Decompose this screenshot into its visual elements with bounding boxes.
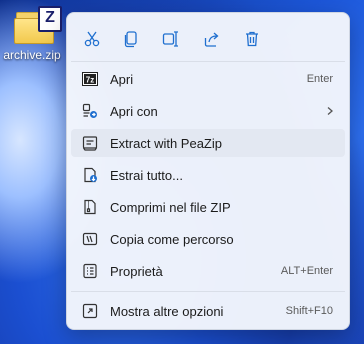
menu-item-more-options[interactable]: Mostra altre opzioni Shift+F10 (71, 297, 345, 325)
properties-icon (82, 263, 98, 279)
menu-item-extract-all[interactable]: Estrai tutto... (71, 161, 345, 189)
menu-item-label: Apri (110, 71, 134, 87)
menu-item-label: Apri con (110, 103, 158, 119)
menu-item-label: Copia come percorso (110, 231, 234, 247)
share-icon (204, 32, 219, 47)
svg-text:7z: 7z (86, 76, 94, 85)
7zip-icon: 7z (82, 71, 98, 87)
extract-all-icon (82, 167, 98, 183)
rename-button[interactable] (157, 25, 185, 53)
desktop-file-label: archive.zip (3, 48, 61, 62)
toolbar-divider (71, 61, 345, 62)
peazip-icon (82, 135, 98, 151)
menu-item-properties[interactable]: Proprietà ALT+Enter (71, 257, 345, 285)
rename-icon (162, 31, 178, 47)
menu-item-extract-peazip[interactable]: Extract with PeaZip (71, 129, 345, 157)
copy-button[interactable] (117, 25, 145, 53)
menu-item-label: Extract with PeaZip (110, 135, 222, 151)
menu-divider (71, 291, 345, 292)
menu-item-shortcut: Shift+F10 (285, 305, 333, 317)
delete-button[interactable] (238, 25, 266, 53)
open-with-icon (82, 103, 98, 119)
copy-path-icon (82, 231, 98, 247)
context-menu-toolbar (67, 13, 349, 61)
chevron-right-icon (325, 106, 335, 116)
zip-folder-icon: Z (10, 4, 62, 44)
menu-item-shortcut: ALT+Enter (280, 265, 333, 277)
copy-icon (124, 31, 137, 48)
menu-item-shortcut: Enter (306, 73, 333, 85)
scissors-icon (84, 31, 100, 47)
menu-item-label: Mostra altre opzioni (110, 303, 224, 319)
zip-badge: Z (38, 6, 62, 32)
cut-button[interactable] (78, 25, 106, 53)
menu-item-open-with[interactable]: Apri con (71, 97, 345, 125)
menu-item-label: Proprietà (110, 263, 163, 279)
zip-icon (82, 199, 98, 215)
share-button[interactable] (198, 25, 226, 53)
more-options-icon (82, 303, 98, 319)
menu-item-compress-zip[interactable]: Comprimi nel file ZIP (71, 193, 345, 221)
menu-item-label: Estrai tutto... (110, 167, 183, 183)
desktop-file-archive[interactable]: Z archive.zip (0, 4, 64, 64)
menu-item-label: Comprimi nel file ZIP (110, 199, 231, 215)
menu-item-copy-path[interactable]: Copia come percorso (71, 225, 345, 253)
menu-item-open[interactable]: 7z Apri Enter (71, 65, 345, 93)
context-menu: 7z Apri Enter Apri con Extract with PeaZ… (66, 12, 350, 330)
trash-icon (246, 31, 258, 47)
